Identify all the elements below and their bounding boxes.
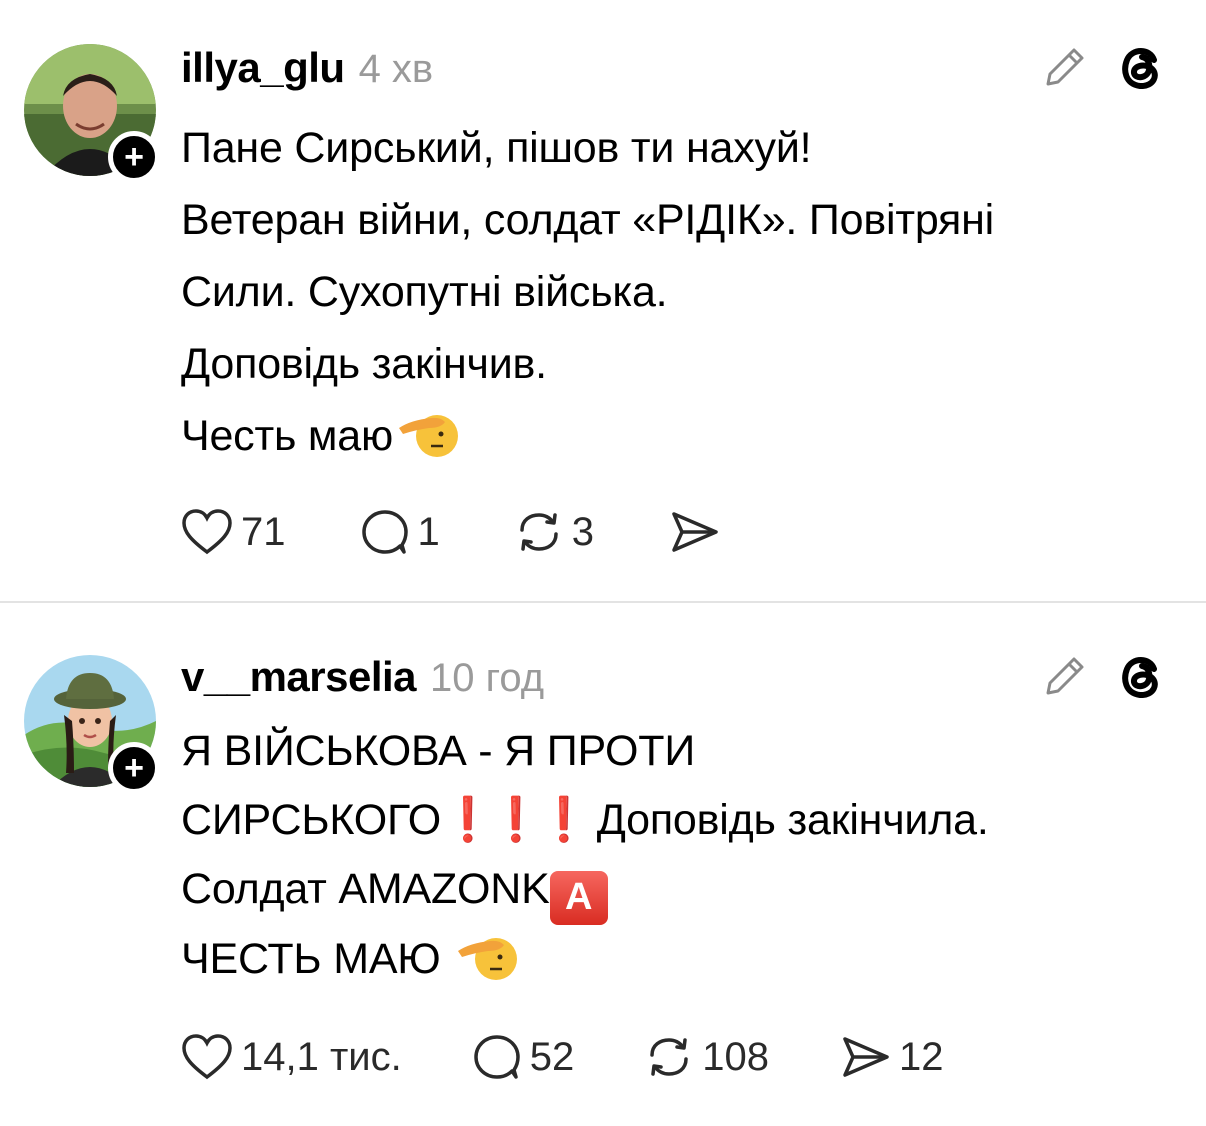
post-header: illya_glu 4 хв <box>181 44 433 92</box>
post-line: Я ВІЙСЬКОВА - Я ПРОТИ <box>181 727 696 775</box>
share-button[interactable]: 12 <box>839 1033 944 1081</box>
a-button-emoji-icon: A <box>549 870 608 925</box>
exclamation-icon: ❗ <box>440 796 495 844</box>
post-line-last: Честь маю <box>181 400 1181 472</box>
post-illya-glu: + illya_glu 4 хв Пане Сирський, пішов ти… <box>0 0 1206 602</box>
post-body: Пане Сирський, пішов ти нахуй! Ветеран в… <box>181 112 1181 472</box>
heart-icon <box>182 509 232 555</box>
post-line: Пане Сирський, пішов ти нахуй! <box>181 124 812 172</box>
repost-icon <box>520 513 558 551</box>
action-bar: 71 1 3 <box>181 508 728 556</box>
username[interactable]: illya_glu <box>181 44 345 92</box>
follow-button[interactable]: + <box>108 131 160 183</box>
like-button[interactable]: 71 <box>181 508 286 556</box>
repost-button[interactable]: 3 <box>514 508 594 556</box>
pencil-icon[interactable] <box>1040 42 1090 92</box>
send-icon <box>672 512 718 552</box>
post-line-text: Честь маю <box>181 412 394 460</box>
threads-logo-icon[interactable] <box>1114 649 1168 703</box>
post-line-text: СИРСЬКОГО <box>181 796 441 844</box>
like-count: 71 <box>241 509 286 554</box>
reply-button[interactable]: 1 <box>360 508 440 556</box>
post-line-text: Доповідь закінчила. <box>596 796 989 844</box>
post-line: Ветеран війни, солдат «РІДІК». Повітряні <box>181 196 995 244</box>
exclamation-icon: ❗ <box>536 796 591 844</box>
post-line: Сили. Сухопутні війська. <box>181 268 668 316</box>
like-button[interactable]: 14,1 тис. <box>181 1033 402 1081</box>
exclamation-icon: ❗ <box>488 796 543 844</box>
saluting-face-icon <box>399 415 459 457</box>
repost-count: 108 <box>702 1034 769 1079</box>
post-line: Солдат AMAZONK A <box>181 855 1181 925</box>
post-line-text: ЧЕСТЬ МАЮ <box>181 934 441 983</box>
username[interactable]: v__marselia <box>181 653 417 701</box>
reply-count: 52 <box>529 1034 575 1079</box>
saluting-face-icon <box>458 937 518 980</box>
follow-button[interactable]: + <box>108 742 160 794</box>
timestamp: 4 хв <box>358 47 434 91</box>
repost-count: 3 <box>571 509 594 554</box>
timestamp: 10 год <box>430 656 545 700</box>
post-line-text: Солдат AMAZONK <box>181 865 550 913</box>
comment-icon <box>474 1035 520 1079</box>
pencil-icon[interactable] <box>1040 651 1090 701</box>
like-count: 14,1 тис. <box>241 1034 402 1079</box>
threads-logo-icon[interactable] <box>1114 40 1168 94</box>
post-header: v__marselia 10 год <box>181 653 544 701</box>
comment-icon <box>361 510 408 554</box>
post-line: СИРСЬКОГО❗❗❗ Доповідь закінчила. <box>181 786 1181 855</box>
action-bar: 14,1 тис. 52 108 12 <box>181 1033 944 1081</box>
reply-button[interactable]: 52 <box>472 1033 575 1081</box>
reply-count: 1 <box>417 509 440 554</box>
heart-icon <box>182 1034 232 1080</box>
repost-button[interactable]: 108 <box>644 1033 769 1081</box>
post-body: Я ВІЙСЬКОВА - Я ПРОТИ СИРСЬКОГО❗❗❗ Допов… <box>181 717 1181 994</box>
post-line-last: ЧЕСТЬ МАЮ <box>181 925 1181 994</box>
share-count: 12 <box>899 1034 944 1079</box>
post-line: Доповідь закінчив. <box>181 340 547 388</box>
post-v-marselia: + v__marselia 10 год Я ВІЙСЬКОВА - Я ПРО… <box>0 603 1206 1126</box>
share-button[interactable] <box>668 508 728 556</box>
send-icon <box>843 1037 889 1077</box>
repost-icon <box>650 1038 688 1076</box>
